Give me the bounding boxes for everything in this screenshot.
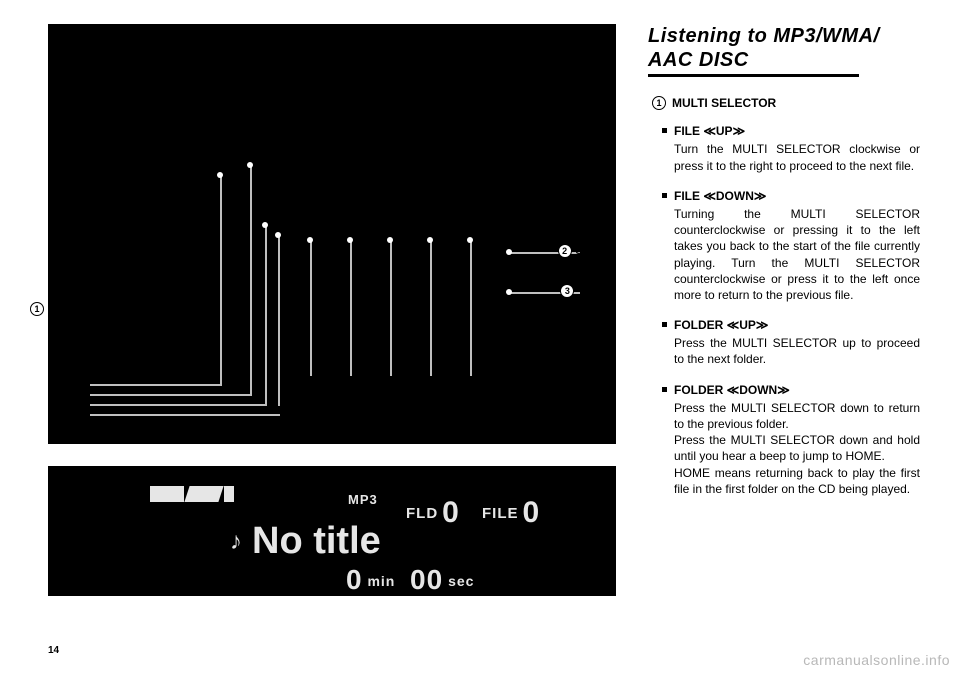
watermark: carmanualsonline.info bbox=[803, 652, 950, 668]
sec-label: sec bbox=[448, 573, 474, 589]
callout-text: 3 TEXT bbox=[560, 284, 604, 298]
callout-number-icon: 1 bbox=[652, 96, 666, 110]
item-body: Turning the MULTI SELECTOR counterclockw… bbox=[674, 206, 920, 303]
item-head: FILE ≪UP≫ bbox=[674, 123, 920, 139]
title-text: No title bbox=[252, 520, 381, 563]
callout-scan: 2 SCAN bbox=[558, 244, 604, 258]
list-item: FILE ≪DOWN≫ Turning the MULTI SELECTOR c… bbox=[662, 188, 920, 303]
music-note-icon: ♪ bbox=[230, 528, 242, 556]
lcd-display: MP3 FLD0 FILE0 ♪ No title 0 min 00 sec bbox=[48, 466, 616, 596]
section-title-line2: AAC DISC bbox=[648, 48, 859, 77]
item-body: Press the MULTI SELECTOR up to proceed t… bbox=[674, 335, 920, 367]
list-item: FILE ≪UP≫ Turn the MULTI SELECTOR clockw… bbox=[662, 123, 920, 174]
callout-label: SCAN bbox=[576, 246, 604, 257]
instruction-list: FILE ≪UP≫ Turn the MULTI SELECTOR clockw… bbox=[648, 123, 920, 497]
left-column: 2 SCAN 3 TEXT 1 MP3 FLD0 FILE0 bbox=[48, 24, 616, 596]
folder-counter: FLD0 bbox=[406, 496, 460, 530]
callout-number-icon: 3 bbox=[560, 284, 574, 298]
item-head: FOLDER ≪DOWN≫ bbox=[674, 382, 920, 398]
page-number: 14 bbox=[48, 645, 59, 656]
min-value: 0 bbox=[346, 564, 363, 595]
callout-number-icon: 1 bbox=[30, 302, 44, 316]
right-column: Listening to MP3/WMA/ AAC DISC 1 MULTI S… bbox=[648, 24, 920, 511]
callout-label: TEXT bbox=[578, 286, 604, 297]
head-unit-diagram: 2 SCAN 3 TEXT bbox=[48, 24, 616, 444]
fld-value: 0 bbox=[442, 496, 460, 529]
item-body: Turn the MULTI SELECTOR clockwise or pre… bbox=[674, 141, 920, 173]
selector-label: MULTI SELECTOR bbox=[672, 95, 776, 111]
elapsed-time: 0 min 00 sec bbox=[346, 564, 474, 596]
diagram-lines bbox=[50, 26, 614, 442]
min-label: min bbox=[367, 573, 395, 589]
cd-indicator bbox=[150, 486, 234, 502]
item-head: FILE ≪DOWN≫ bbox=[674, 188, 920, 204]
fld-label: FLD bbox=[406, 505, 438, 522]
section-heading: Listening to MP3/WMA/ AAC DISC bbox=[648, 24, 920, 77]
section-title-line1: Listening to MP3/WMA/ bbox=[648, 25, 880, 47]
sec-value: 00 bbox=[410, 564, 443, 595]
item-body: Press the MULTI SELECTOR down to return … bbox=[674, 400, 920, 497]
file-counter: FILE0 bbox=[482, 496, 540, 530]
callout-multi-selector: 1 bbox=[30, 302, 44, 316]
file-label: FILE bbox=[482, 505, 519, 522]
list-item: FOLDER ≪DOWN≫ Press the MULTI SELECTOR d… bbox=[662, 382, 920, 497]
manual-page: 2 SCAN 3 TEXT 1 MP3 FLD0 FILE0 bbox=[0, 0, 960, 676]
selector-heading: 1 MULTI SELECTOR bbox=[652, 95, 920, 111]
callout-number-icon: 2 bbox=[558, 244, 572, 258]
list-item: FOLDER ≪UP≫ Press the MULTI SELECTOR up … bbox=[662, 317, 920, 368]
cd-icon bbox=[150, 486, 234, 502]
file-value: 0 bbox=[523, 496, 541, 529]
format-indicator: MP3 bbox=[348, 492, 378, 507]
track-title: ♪ No title bbox=[230, 520, 381, 563]
item-head: FOLDER ≪UP≫ bbox=[674, 317, 920, 333]
